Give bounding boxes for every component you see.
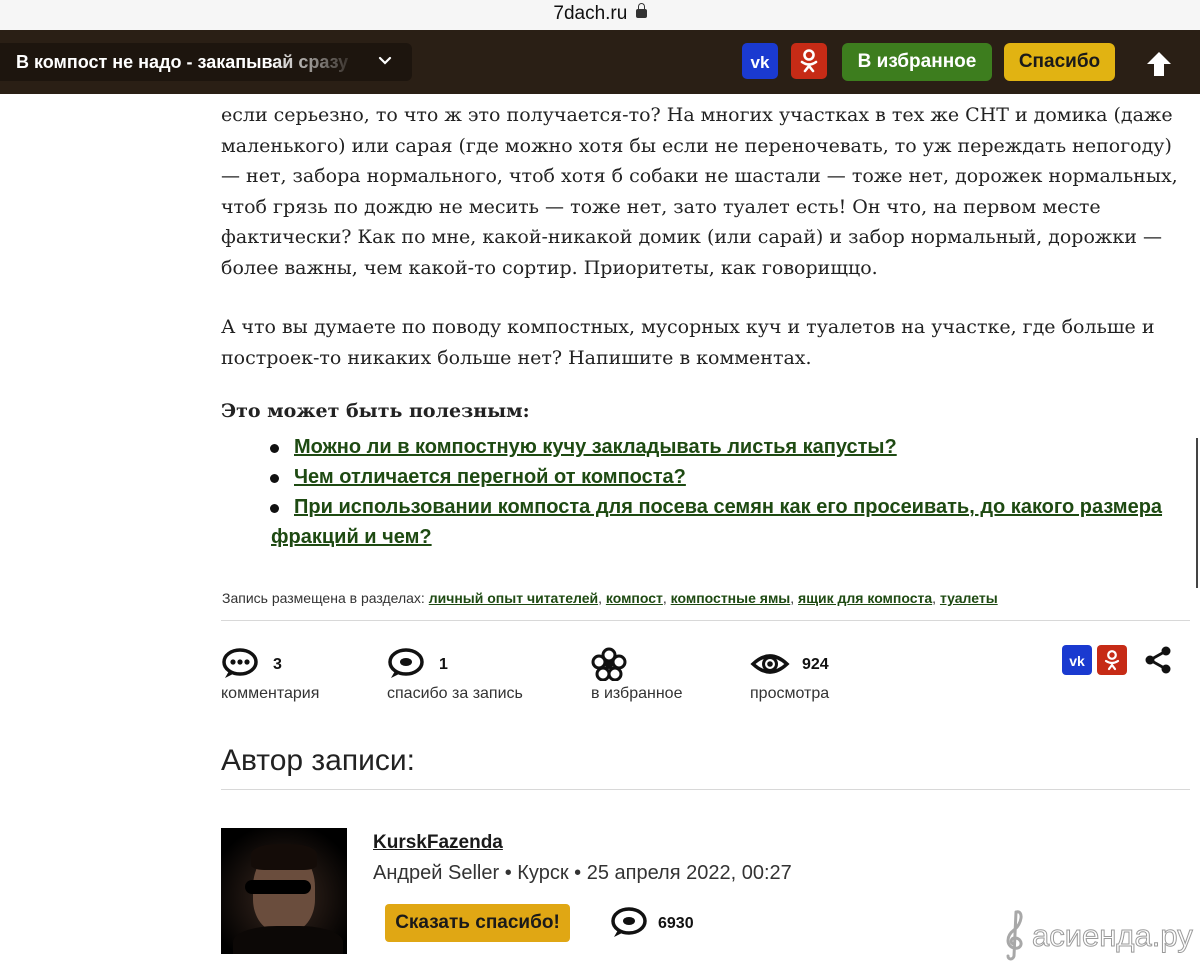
useful-link[interactable]: Чем отличается перегной от компоста?: [270, 462, 1171, 492]
watermark-text: асиенда.ру: [1032, 918, 1194, 954]
divider: [221, 620, 1190, 621]
article-paragraph-1: если серьезно, то что ж это получается-т…: [221, 104, 1178, 279]
bullet: [270, 474, 279, 483]
useful-link[interactable]: При использовании компоста для посева се…: [270, 492, 1171, 552]
favorites-label: в избранное: [591, 685, 683, 702]
author-meta: Андрей Seller • Курск • 25 апреля 2022, …: [373, 862, 792, 884]
vk-share-small-button[interactable]: vk: [1062, 645, 1092, 675]
arrow-up-icon[interactable]: [1143, 48, 1175, 80]
author-heading: Автор записи:: [221, 744, 415, 777]
domain-text: 7dach.ru: [553, 3, 628, 24]
comment-icon: [222, 648, 258, 678]
author-comments-stat[interactable]: 6930: [610, 906, 694, 944]
thanks-count: 1: [439, 656, 448, 673]
vk-icon: vk: [751, 53, 770, 72]
share-icon[interactable]: [1142, 644, 1174, 676]
section-link[interactable]: туалеты: [940, 590, 998, 606]
bullet: [270, 444, 279, 453]
eye-icon: [750, 654, 790, 674]
ok-icon: [800, 49, 818, 73]
flower-icon: [591, 647, 627, 681]
scrollbar[interactable]: [1196, 438, 1198, 588]
useful-link[interactable]: Можно ли в компостную кучу закладывать л…: [270, 432, 1171, 462]
views-label: просмотра: [750, 685, 830, 702]
avatar[interactable]: [221, 828, 347, 954]
comments-count: 3: [273, 656, 282, 673]
ok-icon: [1104, 650, 1120, 671]
useful-heading: Это может быть полезным:: [221, 400, 530, 422]
say-thanks-button[interactable]: Сказать спасибо!: [385, 904, 570, 942]
post-title-dropdown[interactable]: В компост не надо - закапывай сразу: [0, 43, 412, 81]
ok-share-small-button[interactable]: [1097, 645, 1127, 675]
vk-share-button[interactable]: vk: [742, 43, 778, 79]
lock-icon: [635, 3, 647, 18]
chat-bubble-icon: [611, 907, 647, 937]
browser-url-bar[interactable]: 7dach.ru: [0, 0, 1200, 30]
views-count: 924: [802, 656, 829, 673]
thanks-label: спасибо за запись: [387, 685, 523, 702]
title-fade: [270, 43, 360, 81]
watermark: асиенда.ру: [1000, 906, 1194, 962]
chevron-down-icon: [378, 53, 392, 72]
useful-links-list: Можно ли в компостную кучу закладывать л…: [270, 432, 1171, 552]
add-to-favorites-button[interactable]: В избранное: [842, 43, 992, 81]
section-link[interactable]: ящик для компоста: [798, 590, 932, 606]
section-link[interactable]: компостные ямы: [671, 590, 791, 606]
comments-label: комментария: [221, 685, 320, 702]
vk-icon: vk: [1069, 653, 1085, 669]
ok-share-button[interactable]: [791, 43, 827, 79]
section-link[interactable]: личный опыт читателей: [429, 590, 598, 606]
avatar-hair: [251, 844, 317, 870]
post-sections: Запись размещена в разделах: личный опыт…: [222, 590, 998, 606]
treble-clef-icon: [1006, 910, 1023, 961]
avatar-body: [233, 926, 343, 954]
author-comments-count: 6930: [658, 915, 694, 932]
author-username-link[interactable]: KurskFazenda: [373, 832, 503, 854]
article-paragraph-2: А что вы думаете по поводу компостных, м…: [221, 316, 1155, 369]
svg-text:vk: vk: [1069, 653, 1085, 669]
divider: [221, 789, 1190, 790]
thanks-button[interactable]: Спасибо: [1004, 43, 1115, 81]
section-link[interactable]: компост: [606, 590, 663, 606]
chat-bubble-icon: [388, 648, 424, 678]
sticky-top-bar: В компост не надо - закапывай сразу vk В…: [0, 30, 1200, 94]
bullet: [270, 504, 279, 513]
svg-text:vk: vk: [751, 53, 770, 72]
sections-prefix: Запись размещена в разделах:: [222, 590, 425, 606]
avatar-glasses: [245, 880, 311, 894]
